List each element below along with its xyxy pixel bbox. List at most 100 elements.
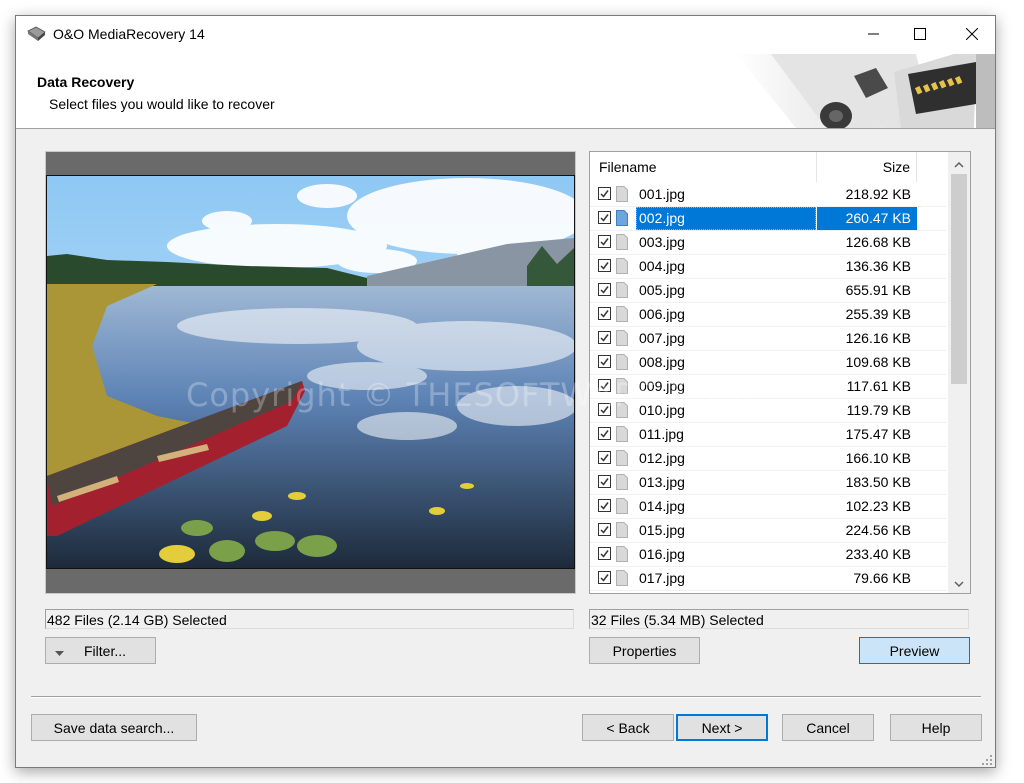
file-row[interactable]: 004.jpg 136.36 KB bbox=[590, 255, 946, 279]
back-button[interactable]: < Back bbox=[582, 714, 674, 741]
file-icon bbox=[616, 402, 628, 418]
file-icon bbox=[616, 426, 628, 442]
filter-button-label: Filter... bbox=[84, 642, 127, 659]
file-name: 017.jpg bbox=[639, 570, 685, 586]
file-checkbox[interactable] bbox=[598, 475, 611, 488]
file-size: 255.39 KB bbox=[845, 306, 911, 322]
file-icon bbox=[616, 570, 628, 586]
file-row[interactable]: 016.jpg 233.40 KB bbox=[590, 543, 946, 567]
file-row[interactable]: 015.jpg 224.56 KB bbox=[590, 519, 946, 543]
file-row[interactable]: 003.jpg 126.68 KB bbox=[590, 231, 946, 255]
next-button[interactable]: Next > bbox=[676, 714, 768, 741]
column-header-size[interactable]: Size bbox=[817, 152, 917, 182]
file-row[interactable]: 009.jpg 117.61 KB bbox=[590, 375, 946, 399]
resize-grip-icon[interactable] bbox=[981, 753, 993, 765]
properties-button[interactable]: Properties bbox=[589, 637, 700, 664]
file-checkbox[interactable] bbox=[598, 355, 611, 368]
file-checkbox[interactable] bbox=[598, 235, 611, 248]
file-row[interactable]: 013.jpg 183.50 KB bbox=[590, 471, 946, 495]
file-icon bbox=[616, 378, 628, 394]
cancel-button[interactable]: Cancel bbox=[782, 714, 874, 741]
next-button-label: Next > bbox=[701, 719, 743, 736]
file-checkbox[interactable] bbox=[598, 499, 611, 512]
file-checkbox[interactable] bbox=[598, 307, 611, 320]
file-row[interactable]: 008.jpg 109.68 KB bbox=[590, 351, 946, 375]
file-icon bbox=[616, 546, 628, 562]
file-checkbox[interactable] bbox=[598, 451, 611, 464]
file-checkbox[interactable] bbox=[598, 547, 611, 560]
file-icon bbox=[616, 282, 628, 298]
file-icon bbox=[616, 522, 628, 538]
properties-button-label: Properties bbox=[612, 642, 677, 659]
preview-button[interactable]: Preview bbox=[859, 637, 970, 664]
disk-recovery-icon bbox=[27, 26, 47, 42]
file-size: 233.40 KB bbox=[845, 546, 911, 562]
file-name: 006.jpg bbox=[639, 306, 685, 322]
file-checkbox[interactable] bbox=[598, 403, 611, 416]
file-size: 136.36 KB bbox=[845, 258, 911, 274]
chevron-up-icon bbox=[954, 155, 964, 171]
file-row[interactable]: 010.jpg 119.79 KB bbox=[590, 399, 946, 423]
file-size: 260.47 KB bbox=[817, 207, 917, 230]
file-list-header: Filename Size bbox=[590, 152, 946, 182]
file-size: 166.10 KB bbox=[845, 450, 911, 466]
file-size: 117.61 KB bbox=[846, 378, 911, 394]
image-preview-pane bbox=[45, 151, 576, 594]
total-selection-status: 482 Files (2.14 GB) Selected bbox=[45, 609, 574, 629]
file-name: 001.jpg bbox=[639, 186, 685, 202]
file-name: 002.jpg bbox=[636, 207, 816, 230]
file-size: 126.68 KB bbox=[845, 234, 911, 250]
back-button-label: < Back bbox=[606, 719, 650, 736]
file-row[interactable]: 007.jpg 126.16 KB bbox=[590, 327, 946, 351]
dropdown-arrow-icon bbox=[55, 643, 64, 659]
file-name: 009.jpg bbox=[639, 378, 685, 394]
list-selection-status: 32 Files (5.34 MB) Selected bbox=[589, 609, 969, 629]
page-title: Data Recovery bbox=[37, 74, 135, 90]
file-checkbox[interactable] bbox=[598, 427, 611, 440]
file-name: 005.jpg bbox=[639, 282, 685, 298]
file-checkbox[interactable] bbox=[598, 379, 611, 392]
scroll-up-button[interactable] bbox=[948, 152, 970, 174]
file-icon bbox=[616, 210, 628, 226]
file-row[interactable]: 005.jpg 655.91 KB bbox=[590, 279, 946, 303]
file-list[interactable]: Filename Size 001.jpg 218.92 KB 002.jpg 260… bbox=[589, 151, 971, 594]
file-checkbox[interactable] bbox=[598, 283, 611, 296]
file-icon bbox=[616, 258, 628, 274]
file-name: 016.jpg bbox=[639, 546, 685, 562]
file-checkbox[interactable] bbox=[598, 211, 611, 224]
file-checkbox[interactable] bbox=[598, 331, 611, 344]
file-checkbox[interactable] bbox=[598, 259, 611, 272]
file-checkbox[interactable] bbox=[598, 571, 611, 584]
file-row[interactable]: 012.jpg 166.10 KB bbox=[590, 447, 946, 471]
cancel-button-label: Cancel bbox=[806, 719, 850, 736]
filter-button[interactable]: Filter... bbox=[45, 637, 156, 664]
maximize-button[interactable] bbox=[897, 16, 943, 54]
save-data-search-button[interactable]: Save data search... bbox=[31, 714, 197, 741]
file-row[interactable]: 001.jpg 218.92 KB bbox=[590, 183, 946, 207]
close-button[interactable] bbox=[949, 16, 995, 54]
vertical-scrollbar[interactable] bbox=[948, 152, 970, 593]
page-subtitle: Select files you would like to recover bbox=[49, 96, 275, 112]
file-row[interactable]: 006.jpg 255.39 KB bbox=[590, 303, 946, 327]
file-name: 007.jpg bbox=[639, 330, 685, 346]
file-size: 126.16 KB bbox=[845, 330, 911, 346]
header-banner-image bbox=[676, 54, 995, 128]
column-header-filename[interactable]: Filename bbox=[590, 152, 817, 182]
file-name: 010.jpg bbox=[639, 402, 685, 418]
file-row[interactable]: 017.jpg 79.66 KB bbox=[590, 567, 946, 591]
file-name: 014.jpg bbox=[639, 498, 685, 514]
scroll-down-button[interactable] bbox=[948, 571, 970, 593]
file-checkbox[interactable] bbox=[598, 187, 611, 200]
minimize-button[interactable] bbox=[851, 16, 897, 54]
file-icon bbox=[616, 186, 628, 202]
file-row[interactable]: 002.jpg 260.47 KB bbox=[590, 207, 946, 231]
file-row[interactable]: 014.jpg 102.23 KB bbox=[590, 495, 946, 519]
help-button[interactable]: Help bbox=[890, 714, 982, 741]
file-row[interactable]: 011.jpg 175.47 KB bbox=[590, 423, 946, 447]
file-checkbox[interactable] bbox=[598, 523, 611, 536]
file-size: 109.68 KB bbox=[845, 354, 911, 370]
file-name: 003.jpg bbox=[639, 234, 685, 250]
close-icon bbox=[965, 27, 979, 43]
image-preview bbox=[46, 175, 575, 569]
scroll-thumb[interactable] bbox=[951, 174, 967, 384]
